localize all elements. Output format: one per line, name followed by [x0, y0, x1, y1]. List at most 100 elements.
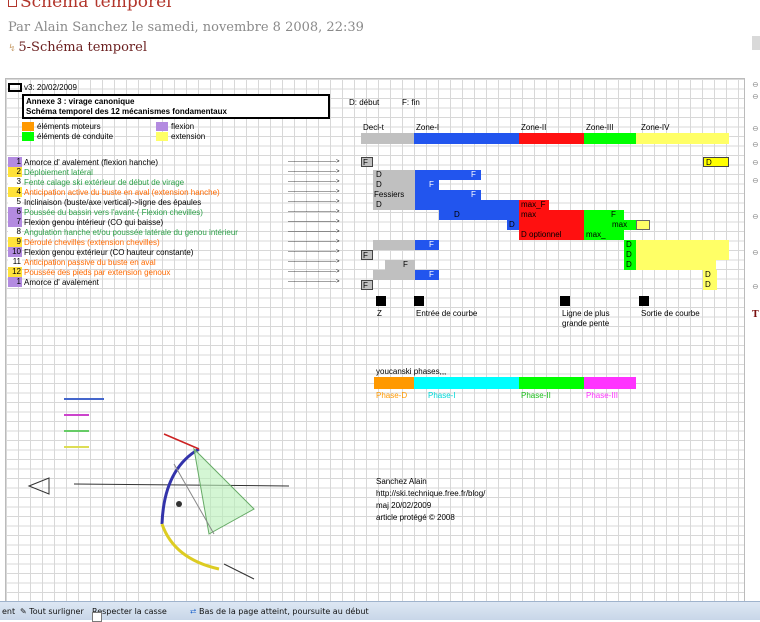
- row-number-badge: 1: [8, 157, 22, 167]
- phase-3-bar: [584, 377, 636, 389]
- post-title[interactable]: Schéma temporel: [8, 0, 172, 12]
- sidebar-strip: [750, 0, 760, 600]
- phase-1-label: Phase-I: [428, 391, 456, 400]
- row-number-badge: 2: [8, 167, 22, 177]
- attachment-link[interactable]: ↯ 5-Schéma temporel: [8, 40, 147, 55]
- row-arrow: ------------------------>: [288, 209, 340, 215]
- r1-d: D: [703, 157, 729, 167]
- row-label: Anticipation active du buste en aval (ex…: [24, 188, 220, 197]
- row-label: Poussée des pieds par extension genoux: [24, 268, 171, 277]
- r5-blue: [415, 200, 519, 210]
- row-arrow: ------------------------>: [288, 179, 340, 185]
- legend-moteurs-swatch: [22, 122, 34, 131]
- r5-gray: D: [373, 200, 415, 210]
- row-number-badge: 4: [8, 187, 22, 197]
- marker-ligne: [560, 296, 570, 306]
- sidebar-feed-icon-2[interactable]: ⊖: [752, 92, 759, 101]
- r3-gray: D: [373, 180, 415, 190]
- r4-gray: Fessiers: [373, 190, 415, 200]
- key-fin: F: fin: [402, 98, 420, 107]
- r8-red: D optionnel: [519, 230, 584, 240]
- row-number-badge: 10: [8, 247, 22, 257]
- legend-flexion: flexion: [171, 122, 195, 131]
- r9-gray: [373, 240, 415, 250]
- sidebar-feed-icon-8[interactable]: ⊖: [752, 248, 759, 257]
- bullet-icon: [8, 0, 17, 7]
- sidebar-feed-icon-9[interactable]: ⊖: [752, 282, 759, 291]
- hand-drawn-sketch: [27, 398, 289, 580]
- r10-green: D: [624, 250, 636, 260]
- legend-moteurs: éléments moteurs: [37, 122, 101, 131]
- r11-green: D: [624, 260, 636, 270]
- version-box: [8, 83, 22, 92]
- phase-d-bar: [374, 377, 414, 389]
- youcanski-title: youcanski phases,,,: [376, 367, 447, 376]
- row-label: Déroulé chevilles (extension chevilles): [24, 238, 160, 247]
- legend-flexion-swatch: [156, 122, 168, 131]
- row-label: Fente calage ski extérieur de début de v…: [24, 178, 185, 187]
- row-arrow: ------------------------>: [288, 199, 340, 205]
- r2-gray: D: [373, 170, 415, 180]
- phase-3-label: Phase-III: [586, 391, 619, 400]
- row-arrow: ------------------------>: [288, 189, 340, 195]
- sidebar-feed-icon-4[interactable]: ⊖: [752, 140, 759, 149]
- row-label: Poussée du bassin vers l'avant-( Flexion…: [24, 208, 203, 217]
- r5-red: max_F: [519, 200, 549, 210]
- sidebar-feed-icon-6[interactable]: ⊖: [752, 176, 759, 185]
- row-number-badge: 5: [8, 197, 22, 207]
- find-bar: ent ✎ Tout surligner Respecter la casse …: [0, 601, 760, 622]
- zone-bar-1: [414, 133, 519, 144]
- sidebar-feed-icon-1[interactable]: ⊖: [752, 80, 759, 89]
- row-arrow: ------------------------>: [288, 169, 340, 175]
- row-number-badge: 8: [8, 227, 22, 237]
- zone-2: Zone-II: [521, 123, 547, 132]
- row-label: Angulation hanche et/ou poussée latérale…: [24, 228, 238, 237]
- marker-z: [376, 296, 386, 306]
- r8-green: max_: [584, 230, 624, 240]
- r6-green: F: [584, 210, 624, 220]
- marker-ligne-label-1: Ligne de plus: [562, 309, 610, 318]
- spreadsheet-image: v3: 20/02/2009 Annexe 3 : virage canoniq…: [5, 78, 745, 603]
- attachment-icon: ↯: [8, 43, 17, 54]
- sidebar-search-box[interactable]: [752, 36, 760, 50]
- row-label: Flexion genou intérieur (CO qui baisse): [24, 218, 164, 227]
- sheet-subtitle: Schéma temporel des 12 mécanismes fondam…: [26, 107, 227, 116]
- sidebar-feed-icon-5[interactable]: ⊖: [752, 158, 759, 167]
- r11-yellow: [636, 260, 716, 270]
- r2-blue: F: [415, 170, 481, 180]
- r6-red: max: [519, 210, 584, 220]
- legend-conduite-swatch: [22, 132, 34, 141]
- r10-gray: F: [361, 250, 373, 260]
- sidebar-feed-icon-7[interactable]: ⊖: [752, 212, 759, 221]
- highlight-all-button[interactable]: ✎ Tout surligner: [20, 607, 84, 616]
- match-case-checkbox[interactable]: Respecter la casse: [92, 607, 167, 622]
- r9-yellow: [636, 240, 729, 250]
- credit-date: maj 20/02/2009: [376, 501, 432, 510]
- r12-blue: F: [415, 270, 439, 280]
- row-number-badge: 7: [8, 217, 22, 227]
- row-arrow: ------------------------>: [288, 269, 340, 275]
- row-number-badge: 11: [8, 257, 22, 267]
- zone-bar-3: [584, 133, 636, 144]
- post-meta: Par Alain Sanchez le samedi, novembre 8 …: [8, 20, 364, 35]
- version-label: v3: 20/02/2009: [24, 83, 77, 92]
- row-number-badge: 6: [8, 207, 22, 217]
- r12-gray: [373, 270, 415, 280]
- r12-yellow: D: [703, 270, 717, 280]
- find-prefix: ent: [2, 607, 16, 616]
- legend-extension: extension: [171, 132, 206, 141]
- marker-entree-label: Entrée de courbe: [416, 309, 478, 318]
- r7-green: max: [584, 220, 636, 230]
- zone-bar-2: [519, 133, 584, 144]
- marker-entree: [414, 296, 424, 306]
- legend-extension-swatch: [156, 132, 168, 141]
- r10-yellow: [636, 250, 729, 260]
- key-debut: D: début: [349, 98, 380, 107]
- row-arrow: ------------------------>: [288, 259, 340, 265]
- zone-1: Zone-I: [416, 123, 440, 132]
- phase-1-bar: [414, 377, 519, 389]
- r4-blue: F: [415, 190, 481, 200]
- marker-sortie-label: Sortie de courbe: [641, 309, 700, 318]
- row-arrow: ------------------------>: [288, 229, 340, 235]
- sidebar-feed-icon-3[interactable]: ⊖: [752, 124, 759, 133]
